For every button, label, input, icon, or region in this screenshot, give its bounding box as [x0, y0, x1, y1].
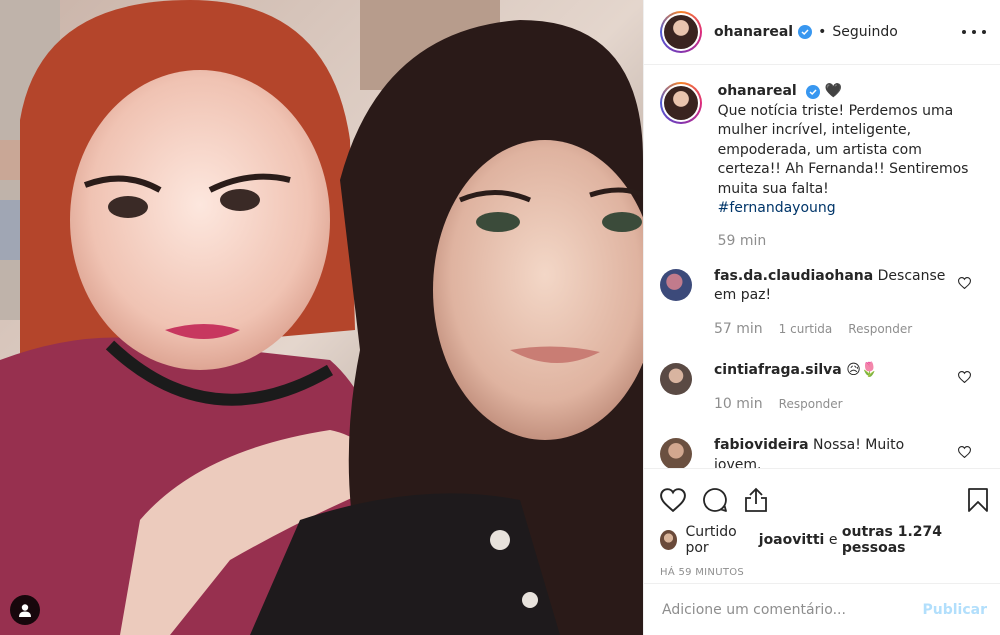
share-icon[interactable] — [744, 487, 768, 513]
comment-item: cintiafraga.silva 😥🌷 10 min Responder — [660, 361, 985, 414]
comment-username[interactable]: cintiafraga.silva — [714, 362, 842, 378]
commenter-avatar[interactable] — [660, 363, 692, 395]
comment-item: fabiovideira Nossa! Muito jovem. — [660, 436, 985, 468]
post-header: ohanareal • Seguindo — [644, 0, 1000, 65]
caption-author-avatar[interactable] — [660, 82, 702, 124]
post-side-panel: ohanareal • Seguindo ohanareal 🖤 Que not… — [643, 0, 1000, 635]
comment-likes-link[interactable]: 1 curtida — [779, 320, 833, 340]
separator-dot: • — [818, 24, 827, 40]
comments-list[interactable]: ohanareal 🖤 Que notícia triste! Perdemos… — [644, 66, 1000, 468]
like-heart-icon[interactable] — [660, 488, 686, 512]
author-username[interactable]: ohanareal — [714, 24, 793, 40]
caption-username[interactable]: ohanareal — [718, 83, 797, 99]
publish-button[interactable]: Publicar — [923, 602, 988, 618]
commenter-avatar[interactable] — [660, 438, 692, 468]
verified-badge-icon — [806, 85, 821, 99]
comment-time: 10 min — [714, 395, 763, 412]
verified-badge-icon — [798, 25, 813, 39]
liked-by-middle: e — [828, 532, 838, 548]
tagged-users-button[interactable] — [10, 595, 40, 625]
post-actions: Curtido por joaovitti e outras 1.274 pes… — [644, 468, 1000, 578]
user-icon — [19, 604, 31, 617]
following-button[interactable]: Seguindo — [832, 24, 897, 40]
liked-by-prefix: Curtido por — [685, 524, 737, 556]
caption-emoji: 🖤 — [824, 83, 843, 99]
comment-username[interactable]: fas.da.claudiaohana — [714, 268, 873, 284]
comment-reply-button[interactable]: Responder — [779, 395, 843, 415]
caption-hashtag-link[interactable]: #fernandayoung — [718, 199, 985, 219]
caption-time: 59 min — [717, 232, 767, 249]
comment-bubble-icon[interactable] — [702, 487, 728, 513]
liked-by-avatar — [660, 530, 678, 550]
comment-input[interactable] — [662, 601, 923, 618]
commenter-avatar[interactable] — [660, 268, 692, 301]
caption-text: Que notícia triste! Perdemos uma mulher … — [717, 102, 969, 197]
post-timestamp[interactable]: HÁ 59 MINUTOS — [660, 567, 989, 578]
post-image — [0, 0, 643, 635]
comment-username[interactable]: fabiovideira — [714, 437, 809, 453]
liked-by-others[interactable]: outras 1.274 pessoas — [842, 524, 989, 556]
post-photo[interactable] — [0, 0, 643, 635]
liked-by-user[interactable]: joaovitti — [759, 532, 825, 548]
like-comment-heart-icon[interactable] — [958, 446, 971, 458]
author-avatar[interactable] — [660, 11, 702, 53]
more-options-icon[interactable] — [962, 22, 986, 42]
add-comment-bar: Publicar — [644, 583, 1000, 635]
caption: ohanareal 🖤 Que notícia triste! Perdemos… — [660, 82, 985, 249]
like-comment-heart-icon[interactable] — [958, 276, 971, 289]
liked-by[interactable]: Curtido por joaovitti e outras 1.274 pes… — [660, 524, 989, 556]
comment-text: 😥🌷 — [846, 362, 879, 378]
comment-time: 57 min — [714, 320, 763, 337]
save-bookmark-icon[interactable] — [967, 487, 989, 513]
like-comment-heart-icon[interactable] — [958, 371, 971, 383]
comment-reply-button[interactable]: Responder — [848, 320, 912, 340]
comment-item: fas.da.claudiaohana Descanse em paz! 57 … — [660, 267, 985, 340]
